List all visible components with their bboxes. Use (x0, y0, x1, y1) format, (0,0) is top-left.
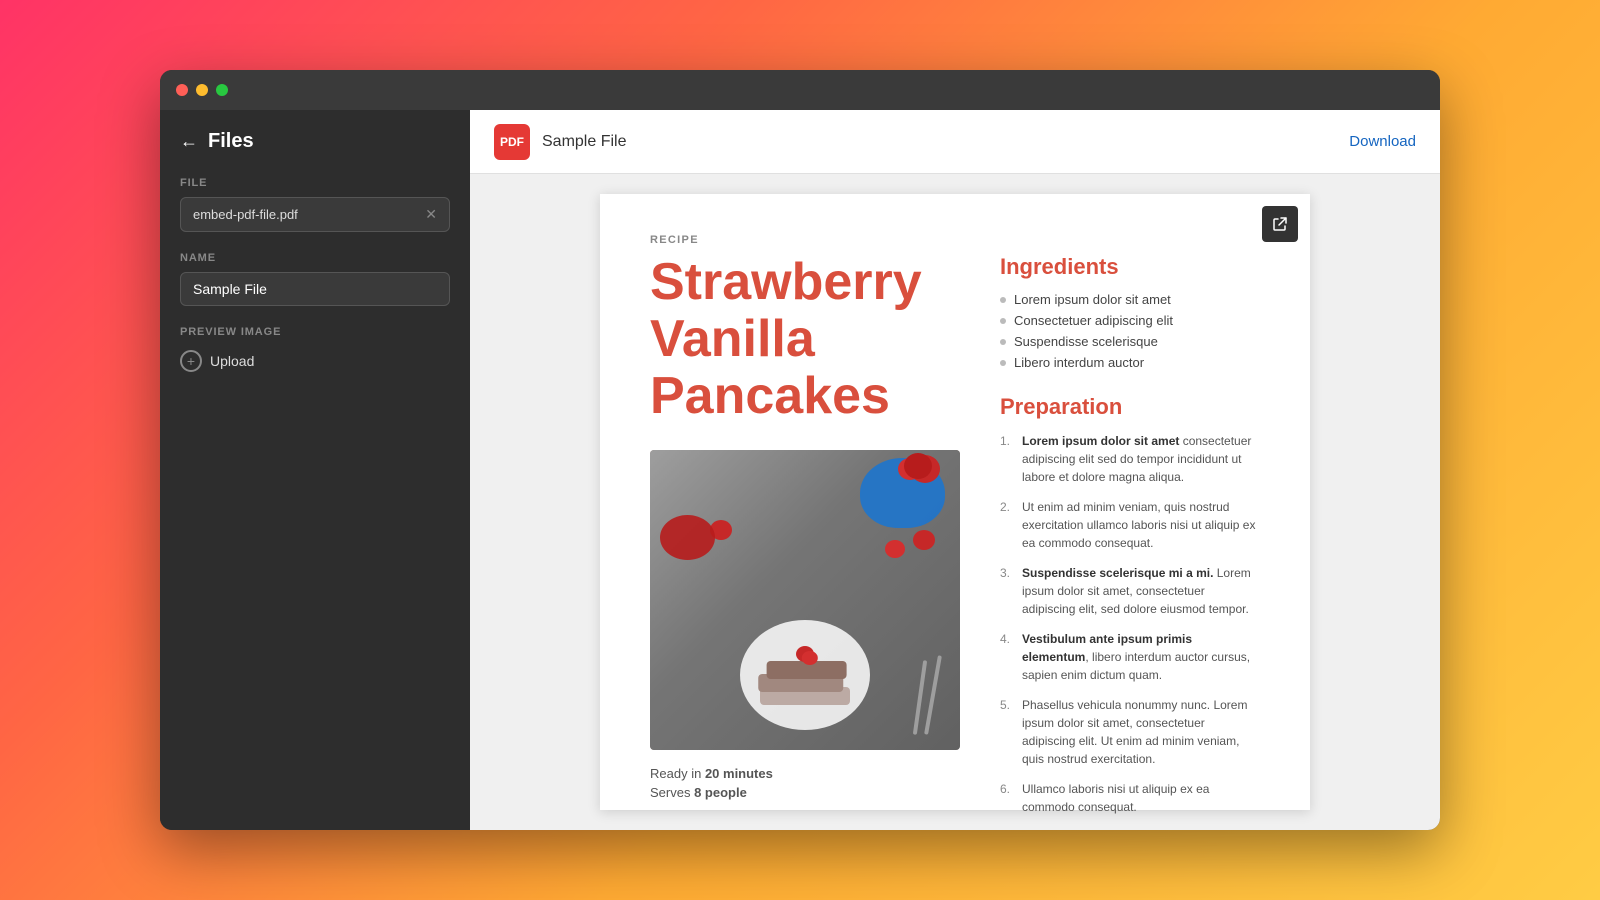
file-header-left: PDF Sample File (494, 124, 626, 160)
ingredient-item: Consectetuer adipiscing elit (1000, 313, 1260, 328)
name-input[interactable] (180, 272, 450, 306)
pdf-left: Strawberry Vanilla Pancakes (650, 254, 960, 828)
ingredient-item: Lorem ipsum dolor sit amet (1000, 292, 1260, 307)
maximize-button[interactable] (216, 84, 228, 96)
sidebar-title: Files (208, 130, 254, 153)
recipe-title: Strawberry Vanilla Pancakes (650, 254, 960, 426)
preparation-title: Preparation (1000, 394, 1260, 420)
pdf-viewer-area[interactable]: RECIPE Strawberry Vanilla Pancakes (470, 174, 1440, 830)
ingredient-item: Suspendisse scelerisque (1000, 334, 1260, 349)
bullet-icon (1000, 360, 1006, 366)
upload-button[interactable]: + Upload (180, 346, 254, 376)
main-content: ← Files FILE embed-pdf-file.pdf ✕ NAME P… (160, 110, 1440, 830)
titlebar (160, 70, 1440, 110)
bullet-icon (1000, 339, 1006, 345)
ready-line: Ready in 20 minutes (650, 766, 960, 781)
name-label: NAME (180, 252, 450, 264)
file-label: FILE (180, 177, 450, 189)
prep-item: 3. Suspendisse scelerisque mi a mi. Lore… (1000, 564, 1260, 618)
external-link-button[interactable] (1262, 206, 1298, 242)
pdf-page: RECIPE Strawberry Vanilla Pancakes (600, 194, 1310, 810)
upload-label: Upload (210, 353, 254, 369)
ingredient-item: Libero interdum auctor (1000, 355, 1260, 370)
download-link[interactable]: Download (1349, 133, 1416, 150)
prep-item: 4. Vestibulum ante ipsum primis elementu… (1000, 630, 1260, 684)
file-name-header: Sample File (542, 133, 626, 151)
preview-label: PREVIEW IMAGE (180, 326, 450, 338)
app-window: ← Files FILE embed-pdf-file.pdf ✕ NAME P… (160, 70, 1440, 830)
name-field-group: NAME (180, 252, 450, 306)
prep-item: 2. Ut enim ad minim veniam, quis nostrud… (1000, 498, 1260, 552)
sidebar: ← Files FILE embed-pdf-file.pdf ✕ NAME P… (160, 110, 470, 830)
file-chip-name: embed-pdf-file.pdf (193, 207, 298, 222)
ingredients-title: Ingredients (1000, 254, 1260, 280)
recipe-label: RECIPE (650, 234, 1260, 246)
recipe-image (650, 450, 960, 750)
minimize-button[interactable] (196, 84, 208, 96)
upload-icon: + (180, 350, 202, 372)
preview-field-group: PREVIEW IMAGE + Upload (180, 326, 450, 376)
pdf-right: Ingredients Lorem ipsum dolor sit amet C… (1000, 254, 1260, 828)
bullet-icon (1000, 318, 1006, 324)
back-button[interactable]: ← (180, 131, 198, 152)
close-button[interactable] (176, 84, 188, 96)
ingredient-list: Lorem ipsum dolor sit amet Consectetuer … (1000, 292, 1260, 370)
prep-item: 6. Ullamco laboris nisi ut aliquip ex ea… (1000, 780, 1260, 816)
prep-item: 5. Phasellus vehicula nonummy nunc. Lore… (1000, 696, 1260, 768)
bullet-icon (1000, 297, 1006, 303)
pdf-two-col: Strawberry Vanilla Pancakes (650, 254, 1260, 828)
sidebar-header: ← Files (180, 130, 450, 153)
serves-line: Serves 8 people (650, 785, 960, 800)
pdf-icon: PDF (494, 124, 530, 160)
file-chip: embed-pdf-file.pdf ✕ (180, 197, 450, 232)
prep-list: 1. Lorem ipsum dolor sit amet consectetu… (1000, 432, 1260, 816)
file-field-group: FILE embed-pdf-file.pdf ✕ (180, 177, 450, 232)
file-header: PDF Sample File Download (470, 110, 1440, 174)
traffic-lights (176, 84, 228, 96)
right-panel: PDF Sample File Download (470, 110, 1440, 830)
prep-item: 1. Lorem ipsum dolor sit amet consectetu… (1000, 432, 1260, 486)
file-chip-close[interactable]: ✕ (425, 206, 437, 223)
